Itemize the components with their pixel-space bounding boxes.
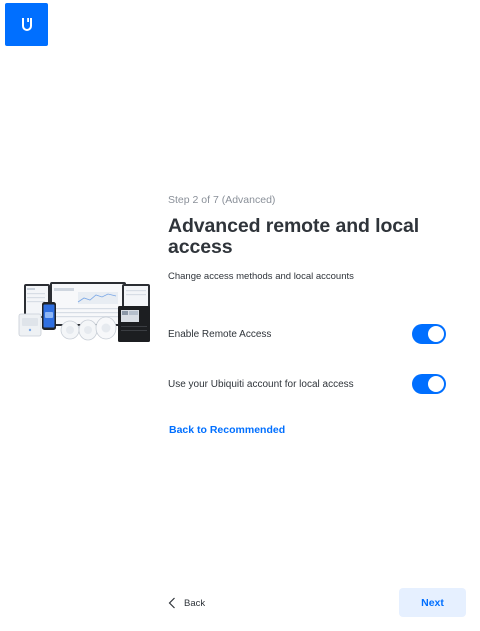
toggle-knob [428,376,444,392]
ubiquiti-account-local-access-toggle[interactable] [412,374,446,394]
step-indicator: Step 2 of 7 (Advanced) [168,194,276,206]
option-label-remote-access: Enable Remote Access [168,328,272,340]
ubiquiti-logo-icon [5,3,48,46]
toggle-knob [428,326,444,342]
remote-access-toggle[interactable] [412,324,446,344]
option-label-ubiquiti-account: Use your Ubiquiti account for local acce… [168,378,354,390]
option-row-remote-access: Enable Remote Access [168,322,450,346]
back-button[interactable]: Back [168,592,205,614]
chevron-left-icon [168,597,175,609]
option-row-ubiquiti-account: Use your Ubiquiti account for local acce… [168,372,450,396]
next-button[interactable]: Next [399,588,466,617]
page-subtitle: Change access methods and local accounts [168,271,354,282]
ubiquiti-devices-illustration [18,282,150,342]
setup-wizard-page: Step 2 of 7 (Advanced) Advanced remote a… [0,0,480,631]
back-button-label: Back [184,597,206,609]
page-title: Advanced remote and local access [168,215,420,258]
ubiquiti-u-glyph [21,17,32,31]
wizard-content: Step 2 of 7 (Advanced) Advanced remote a… [168,190,458,284]
back-to-recommended-link[interactable]: Back to Recommended [169,424,285,436]
